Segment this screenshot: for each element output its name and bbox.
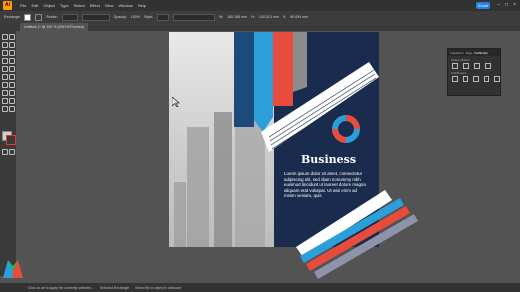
- stroke-label: Stroke:: [46, 15, 58, 19]
- maximize-icon[interactable]: □: [505, 2, 508, 8]
- stroke-swatch-icon[interactable]: [35, 13, 43, 21]
- menu-window[interactable]: Window: [118, 3, 132, 8]
- menu-select[interactable]: Select: [74, 3, 85, 8]
- menu-object[interactable]: Object: [43, 3, 55, 8]
- menu-view[interactable]: View: [105, 3, 114, 8]
- stroke-field[interactable]: [61, 13, 78, 21]
- grey-stripe: [293, 32, 307, 92]
- divide-icon[interactable]: [452, 76, 458, 82]
- align-controls[interactable]: [172, 13, 215, 21]
- pen-tool-icon[interactable]: [2, 42, 8, 48]
- draw-mode-icon[interactable]: [2, 149, 8, 155]
- hand-tool-icon[interactable]: [2, 106, 8, 112]
- intersect-icon[interactable]: [474, 63, 480, 69]
- x-value[interactable]: 90.094 mm: [290, 15, 308, 19]
- opacity-value[interactable]: 100%: [131, 15, 140, 19]
- unite-icon[interactable]: [452, 63, 458, 69]
- shape-builder-tool-icon[interactable]: [2, 90, 8, 96]
- light-blue-stripe: [254, 32, 273, 132]
- tab-pathfinder[interactable]: Pathfinder: [474, 51, 488, 55]
- close-icon[interactable]: ×: [513, 2, 516, 8]
- perspective-tool-icon[interactable]: [9, 90, 15, 96]
- minimize-icon[interactable]: –: [497, 2, 500, 8]
- zoom-tool-icon[interactable]: [9, 106, 15, 112]
- warp-tool-icon[interactable]: [9, 82, 15, 88]
- selection-label: Rectangle: [4, 15, 21, 19]
- artboard[interactable]: Business Lorem ipsum dolor sit amet, con…: [169, 32, 379, 247]
- brush-tool-icon[interactable]: [9, 58, 15, 64]
- exclude-icon[interactable]: [485, 63, 491, 69]
- style-label: Style:: [143, 15, 153, 19]
- h-value[interactable]: 140.513 mm: [259, 15, 279, 19]
- status-hint: Click on art to apply the currently sele…: [28, 285, 94, 290]
- menu-help[interactable]: Help: [138, 3, 146, 8]
- eraser-tool-icon[interactable]: [9, 66, 15, 72]
- merge-icon[interactable]: [473, 76, 479, 82]
- scale-tool-icon[interactable]: [9, 74, 15, 80]
- status-right: Select file to object in Artboard: [135, 285, 181, 290]
- fill-swatch-icon[interactable]: [24, 13, 32, 21]
- tools-panel: [0, 31, 16, 276]
- gradient-tool-icon[interactable]: [2, 98, 8, 104]
- pathfinder-panel: Transform Align Pathfinder Shape Modes: …: [447, 48, 501, 96]
- menu-file[interactable]: File: [20, 3, 26, 8]
- h-label: H:: [251, 15, 255, 19]
- menu-effect[interactable]: Effect: [90, 3, 100, 8]
- red-stripe: [273, 32, 293, 106]
- w-label: W:: [218, 15, 224, 19]
- tab-transform[interactable]: Transform: [450, 51, 464, 55]
- selection-tool-icon[interactable]: [2, 34, 8, 40]
- body-text[interactable]: Lorem ipsum dolor sit amet, consectetur …: [284, 171, 366, 199]
- document-tab[interactable]: Untitled-1* @ 100 % (CMYK/Preview): [20, 23, 89, 31]
- outline-icon[interactable]: [494, 76, 500, 82]
- style-dropdown[interactable]: [156, 13, 169, 21]
- w-value[interactable]: 180.188 mm: [227, 15, 247, 19]
- decorative-shapes: [234, 32, 379, 152]
- shape-tool-icon[interactable]: [2, 58, 8, 64]
- crop-icon[interactable]: [483, 76, 490, 82]
- stroke-color-icon[interactable]: [6, 135, 16, 145]
- trim-icon[interactable]: [462, 76, 469, 82]
- curvature-tool-icon[interactable]: [9, 42, 15, 48]
- screen-mode-icon[interactable]: [9, 149, 15, 155]
- menu-bar: Ai File Edit Object Type Select Effect V…: [0, 0, 520, 11]
- status-mid: Selected Rectangle: [99, 285, 130, 290]
- status-bar: Click on art to apply the currently sele…: [0, 283, 520, 292]
- panel-tabs: Transform Align Pathfinder: [448, 49, 500, 56]
- cursor-icon: [172, 97, 180, 107]
- rotate-tool-icon[interactable]: [2, 74, 8, 80]
- dark-blue-stripe: [234, 32, 254, 127]
- watermark-logo-icon: [3, 260, 23, 278]
- pencil-tool-icon[interactable]: [2, 66, 8, 72]
- brush-dropdown[interactable]: [81, 13, 110, 21]
- document-tabs: Untitled-1* @ 100 % (CMYK/Preview): [0, 23, 520, 31]
- eyedropper-tool-icon[interactable]: [9, 98, 15, 104]
- minus-front-icon[interactable]: [463, 63, 469, 69]
- business-heading[interactable]: Business: [301, 153, 356, 166]
- direct-selection-tool-icon[interactable]: [9, 34, 15, 40]
- share-button[interactable]: Share: [476, 2, 490, 9]
- x-label: X:: [282, 15, 287, 19]
- line-tool-icon[interactable]: [9, 50, 15, 56]
- tab-align[interactable]: Align: [466, 51, 473, 55]
- opacity-label: Opacity:: [113, 15, 127, 19]
- type-tool-icon[interactable]: [2, 50, 8, 56]
- menu-edit[interactable]: Edit: [31, 3, 38, 8]
- width-tool-icon[interactable]: [2, 82, 8, 88]
- ai-logo-icon: Ai: [3, 1, 12, 10]
- menu-type[interactable]: Type: [60, 3, 69, 8]
